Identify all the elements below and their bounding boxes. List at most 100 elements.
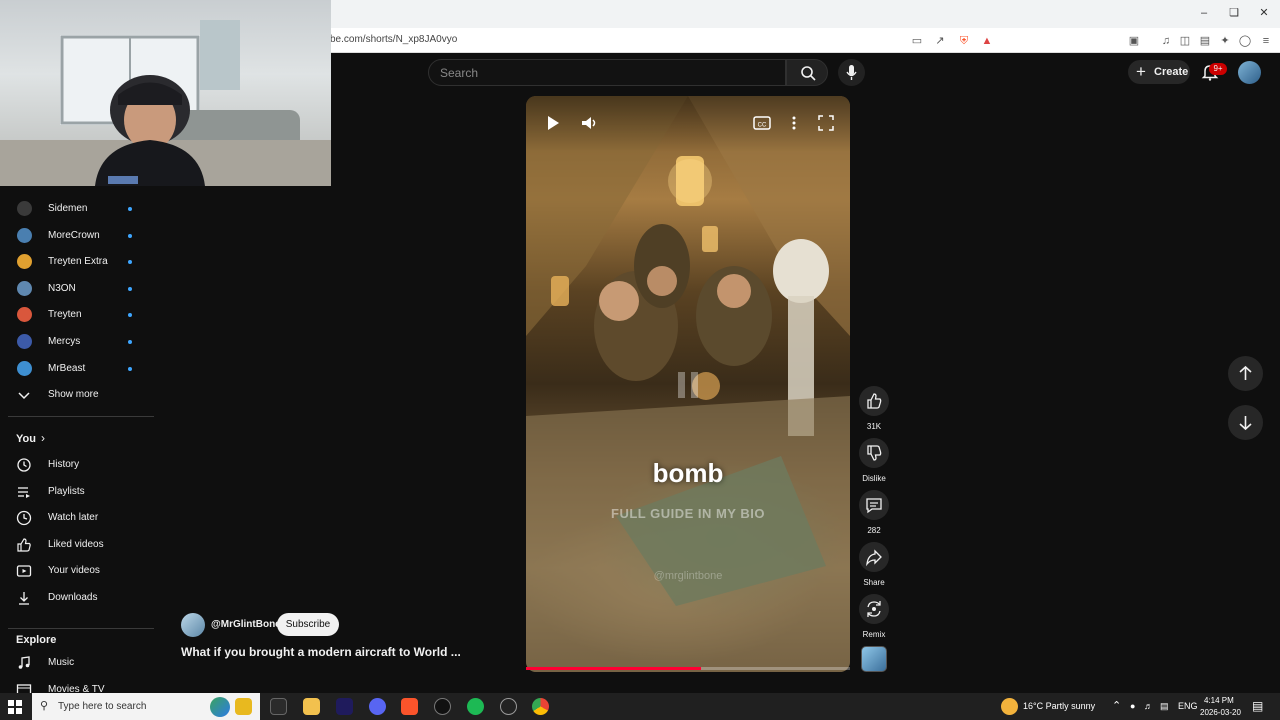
microphone-tray-icon[interactable]: ● bbox=[1130, 701, 1135, 711]
cast-icon[interactable]: ▭ bbox=[910, 34, 924, 48]
windows-start-icon[interactable] bbox=[8, 700, 22, 714]
taskbar-search-placeholder: Type here to search bbox=[58, 701, 147, 712]
search-input[interactable]: Search bbox=[428, 59, 786, 86]
film-icon bbox=[16, 683, 32, 693]
sidebar-item-music[interactable]: Music bbox=[0, 650, 154, 676]
volume-icon[interactable] bbox=[579, 113, 599, 133]
sidebar-item-label: Liked videos bbox=[48, 538, 104, 550]
video-title[interactable]: What if you brought a modern aircraft to… bbox=[181, 645, 481, 659]
clock-date[interactable]: 2026-03-20 bbox=[1200, 708, 1241, 717]
channel-avatar[interactable] bbox=[181, 613, 205, 637]
play-icon[interactable] bbox=[543, 113, 563, 133]
premiere-icon[interactable] bbox=[336, 698, 353, 715]
previous-short-button[interactable] bbox=[1228, 356, 1263, 391]
notification-center-icon[interactable]: ▤ bbox=[1252, 699, 1263, 713]
search-highlight-icon[interactable] bbox=[235, 698, 252, 715]
unreal-engine-icon[interactable] bbox=[434, 698, 451, 715]
share-button[interactable]: Share bbox=[859, 542, 889, 587]
subscription-item[interactable]: Treyten bbox=[0, 302, 154, 328]
subscription-item[interactable]: MoreCrown bbox=[0, 223, 154, 249]
subscription-name: Treyten bbox=[48, 309, 82, 321]
sidebar-item-downloads[interactable]: Downloads bbox=[0, 585, 154, 611]
clock-time[interactable]: 4:14 PM bbox=[1204, 696, 1234, 705]
obs-icon[interactable] bbox=[500, 698, 517, 715]
channel-avatar bbox=[17, 280, 32, 296]
next-short-button[interactable] bbox=[1228, 405, 1263, 440]
channel-handle[interactable]: @MrGlintBone bbox=[211, 619, 281, 630]
share-page-icon[interactable]: ↗ bbox=[933, 34, 947, 48]
share-icon bbox=[866, 549, 882, 567]
taskbar-search-input[interactable]: ⚲ Type here to search bbox=[32, 693, 260, 720]
chrome-icon[interactable] bbox=[532, 698, 549, 715]
sound-thumbnail[interactable] bbox=[861, 646, 887, 672]
new-content-dot bbox=[128, 207, 132, 211]
sidebar-item-movies-tv[interactable]: Movies & TV bbox=[0, 677, 154, 693]
show-more-button[interactable]: Show more bbox=[0, 382, 154, 408]
video-watermark: @mrglintbone bbox=[653, 570, 723, 582]
create-button[interactable]: + Create bbox=[1128, 60, 1190, 84]
sidebar-item-liked-videos[interactable]: Liked videos bbox=[0, 532, 154, 558]
voice-search-button[interactable] bbox=[838, 59, 865, 86]
share-label: Share bbox=[863, 578, 885, 587]
weather-icon[interactable] bbox=[1001, 698, 1018, 715]
extension-icon[interactable]: ▣ bbox=[1127, 34, 1141, 48]
new-content-dot bbox=[128, 340, 132, 344]
file-explorer-icon[interactable] bbox=[303, 698, 320, 715]
sidebar-item-playlists[interactable]: Playlists bbox=[0, 479, 154, 505]
subscription-name: N3ON bbox=[48, 282, 76, 294]
spotify-icon[interactable] bbox=[467, 698, 484, 715]
remix-button[interactable]: Remix bbox=[859, 594, 889, 639]
channel-avatar bbox=[17, 201, 32, 216]
url-text[interactable]: be.com/shorts/N_xp8JA0vyo bbox=[330, 34, 457, 45]
sidebar-item-label: Downloads bbox=[48, 592, 98, 603]
subscription-name: MoreCrown bbox=[48, 229, 100, 241]
sidebar-item-label: Playlists bbox=[48, 485, 85, 497]
like-button[interactable]: 31K bbox=[859, 386, 889, 431]
vpn-icon[interactable]: ◯ bbox=[1238, 34, 1252, 48]
subscription-item[interactable]: MrBeast bbox=[0, 356, 154, 382]
sidebar-divider bbox=[8, 628, 154, 629]
subscription-item[interactable]: Sidemen bbox=[0, 196, 154, 222]
remix-icon bbox=[867, 601, 881, 617]
new-content-dot bbox=[128, 233, 132, 238]
captions-icon[interactable]: CC bbox=[752, 113, 772, 133]
channel-avatar bbox=[17, 307, 32, 323]
network-tray-icon[interactable]: ▤ bbox=[1160, 701, 1169, 712]
sidebar-item-your-videos[interactable]: Your videos bbox=[0, 558, 154, 584]
wallet-icon[interactable]: ▤ bbox=[1198, 34, 1212, 48]
menu-icon[interactable]: ≡ bbox=[1259, 34, 1273, 48]
create-label: Create bbox=[1154, 66, 1189, 78]
tray-chevron-icon[interactable]: ⌃ bbox=[1112, 699, 1121, 712]
fullscreen-icon[interactable] bbox=[816, 113, 836, 133]
close-window-icon[interactable]: ✕ bbox=[1257, 6, 1271, 20]
subscription-item[interactable]: Mercys bbox=[0, 329, 154, 355]
minimize-icon[interactable]: – bbox=[1197, 6, 1211, 20]
more-options-icon[interactable] bbox=[784, 113, 804, 133]
dislike-button[interactable]: Dislike bbox=[859, 438, 889, 483]
media-icon[interactable]: ♫ bbox=[1159, 34, 1173, 48]
chevron-right-icon: › bbox=[41, 431, 45, 445]
account-avatar[interactable] bbox=[1238, 61, 1261, 84]
channel-avatar bbox=[17, 334, 32, 349]
subscription-item[interactable]: Treyten Extra bbox=[0, 249, 154, 275]
sidebar-item-watch-later[interactable]: Watch later bbox=[0, 505, 154, 531]
discord-icon[interactable] bbox=[369, 698, 386, 715]
sidebar-item-label: Your videos bbox=[48, 565, 100, 577]
brave-shield-icon[interactable]: ⛨ bbox=[957, 34, 971, 48]
language-indicator[interactable]: ENG bbox=[1178, 701, 1198, 711]
leo-icon[interactable]: ✦ bbox=[1218, 34, 1232, 48]
you-section-header[interactable]: You › bbox=[0, 426, 154, 452]
task-view-icon[interactable] bbox=[270, 698, 287, 715]
subscription-item[interactable]: N3ON bbox=[0, 276, 154, 302]
sidebar-item-history[interactable]: History bbox=[0, 452, 154, 478]
comments-button[interactable]: 282 bbox=[859, 490, 889, 535]
volume-tray-icon[interactable]: ♬ bbox=[1144, 701, 1153, 711]
search-button[interactable] bbox=[786, 59, 828, 86]
subscribe-button[interactable]: Subscribe bbox=[277, 613, 339, 636]
sidebar-toggle-icon[interactable]: ◫ bbox=[1178, 34, 1192, 48]
brave-icon[interactable] bbox=[401, 698, 418, 715]
arrow-down-icon bbox=[1239, 416, 1252, 431]
weather-text[interactable]: 16°C Partly sunny bbox=[1023, 701, 1095, 711]
restore-icon[interactable]: ❏ bbox=[1227, 6, 1241, 20]
brave-rewards-icon[interactable]: ▲ bbox=[980, 34, 994, 48]
